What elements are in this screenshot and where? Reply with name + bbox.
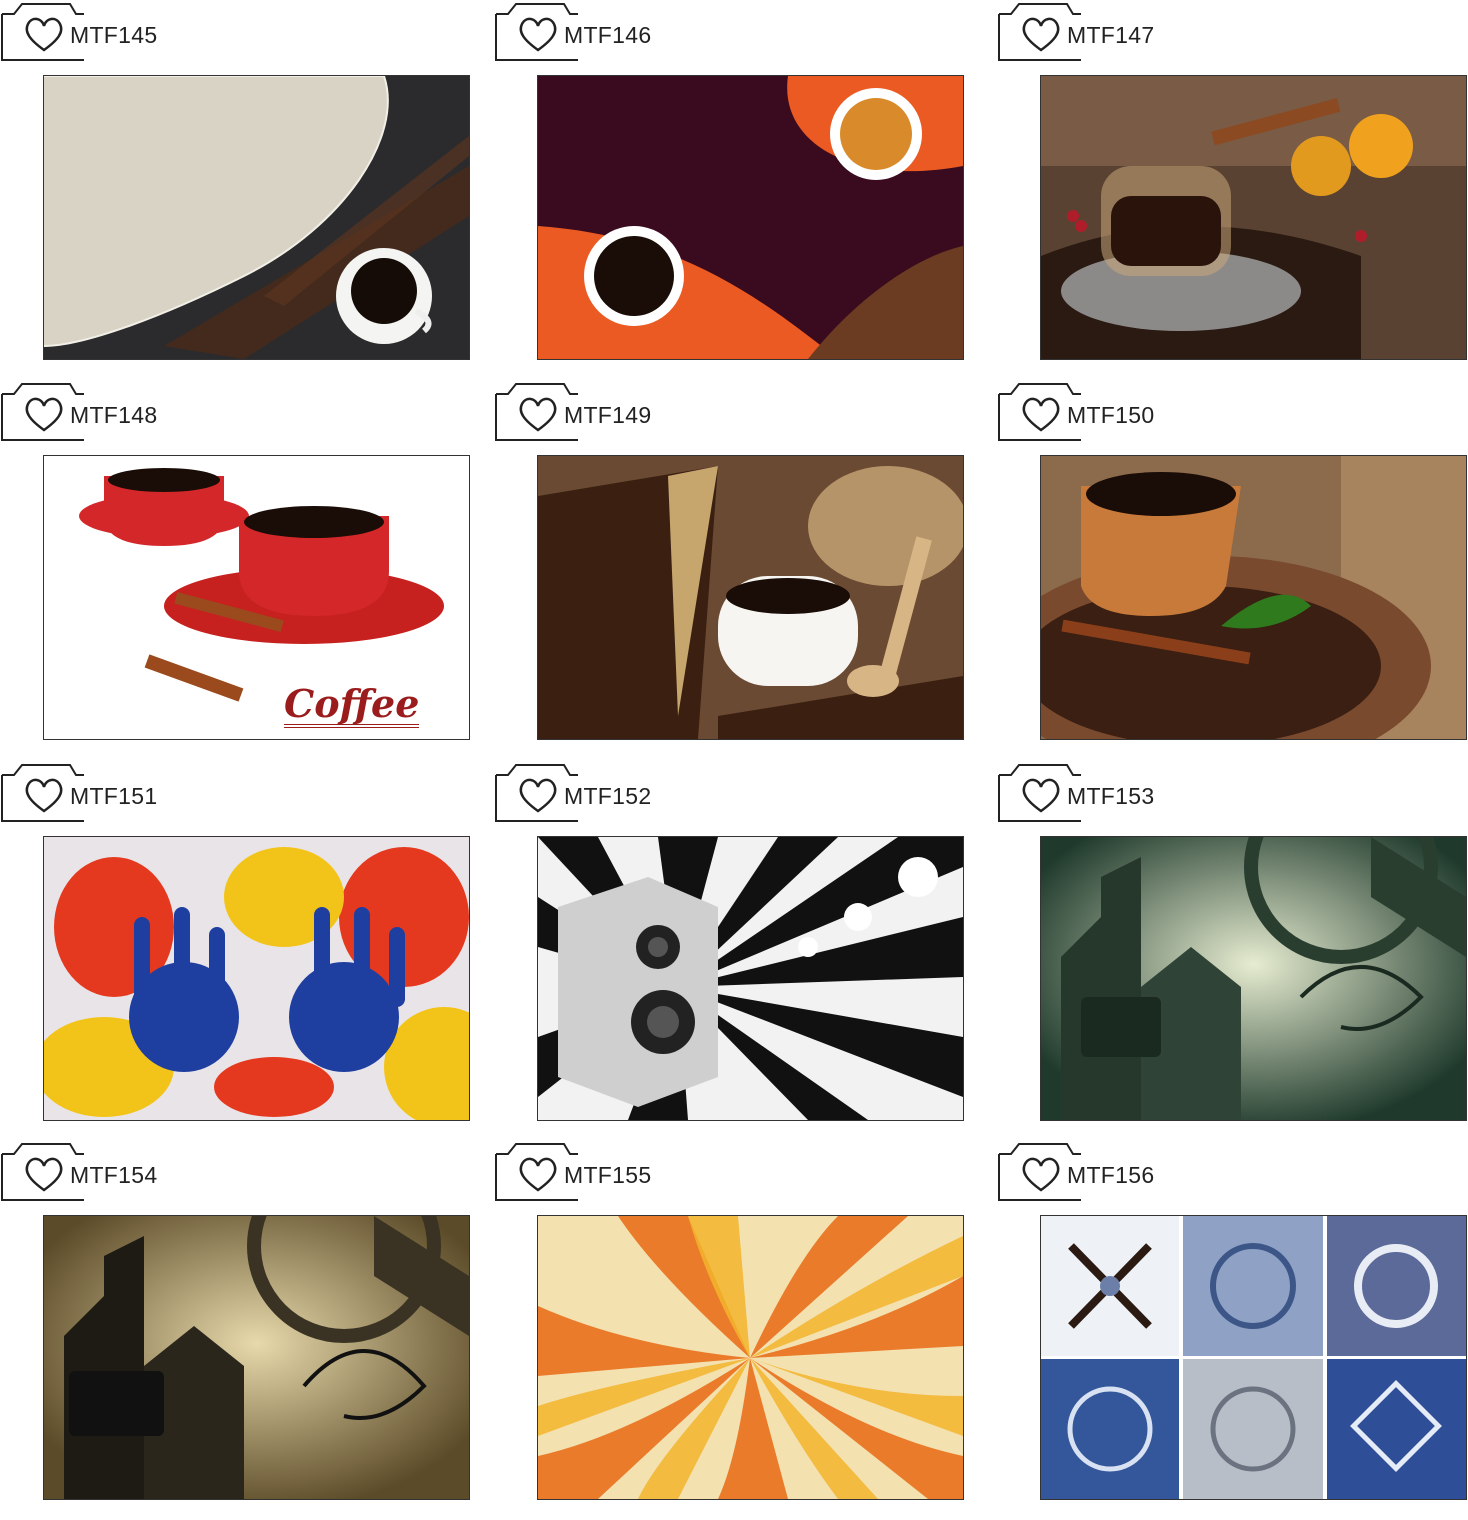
espresso-image: [1041, 76, 1466, 359]
product-image[interactable]: [537, 1215, 964, 1500]
tile-mtf156[interactable]: MTF156: [997, 1140, 1468, 1520]
product-image[interactable]: [537, 836, 964, 1121]
product-code: MTF154: [70, 1162, 158, 1188]
product-image[interactable]: [1040, 1215, 1467, 1500]
tile-mtf154[interactable]: MTF154: [0, 1140, 475, 1520]
coffee-caption: Coffee: [284, 681, 420, 728]
tile-mtf152[interactable]: MTF152: [494, 761, 969, 1141]
product-image[interactable]: [1040, 836, 1467, 1121]
product-code: MTF152: [564, 783, 652, 809]
product-code: MTF145: [70, 22, 158, 48]
tile-mtf151[interactable]: MTF151: [0, 761, 475, 1141]
tile-mtf148[interactable]: MTF148 Coffee: [0, 380, 475, 760]
product-code: MTF149: [564, 402, 652, 428]
product-code: MTF151: [70, 783, 158, 809]
product-image[interactable]: [1040, 75, 1467, 360]
tile-mtf150[interactable]: MTF150: [997, 380, 1468, 760]
coffee-canvas-image: [44, 76, 469, 359]
product-code: MTF150: [1067, 402, 1155, 428]
sepia-city-image: [44, 1216, 469, 1499]
product-image[interactable]: [43, 1215, 470, 1500]
speaker-swirl-image: [538, 837, 963, 1120]
product-code: MTF155: [564, 1162, 652, 1188]
product-image[interactable]: Coffee: [43, 455, 470, 740]
coffee-cups-image: [538, 76, 963, 359]
coffee-sack-image: [538, 456, 963, 739]
product-image[interactable]: [43, 75, 470, 360]
tile-mtf155[interactable]: MTF155: [494, 1140, 969, 1520]
tile-mtf147[interactable]: MTF147: [997, 0, 1468, 380]
handprints-image: [44, 837, 469, 1120]
spiral-rays-image: [538, 1216, 963, 1499]
product-code: MTF148: [70, 402, 158, 428]
product-image[interactable]: [1040, 455, 1467, 740]
product-code: MTF146: [564, 22, 652, 48]
clay-cup-image: [1041, 456, 1466, 739]
tile-mtf146[interactable]: MTF146: [494, 0, 969, 380]
product-code: MTF153: [1067, 783, 1155, 809]
tile-mtf153[interactable]: MTF153: [997, 761, 1468, 1141]
product-image[interactable]: [43, 836, 470, 1121]
product-image[interactable]: [537, 455, 964, 740]
patterned-tiles-image: [1041, 1216, 1466, 1499]
tile-mtf145[interactable]: MTF145: [0, 0, 475, 380]
product-code: MTF147: [1067, 22, 1155, 48]
green-city-image: [1041, 837, 1466, 1120]
product-image[interactable]: [537, 75, 964, 360]
tile-mtf149[interactable]: MTF149: [494, 380, 969, 760]
product-code: MTF156: [1067, 1162, 1155, 1188]
